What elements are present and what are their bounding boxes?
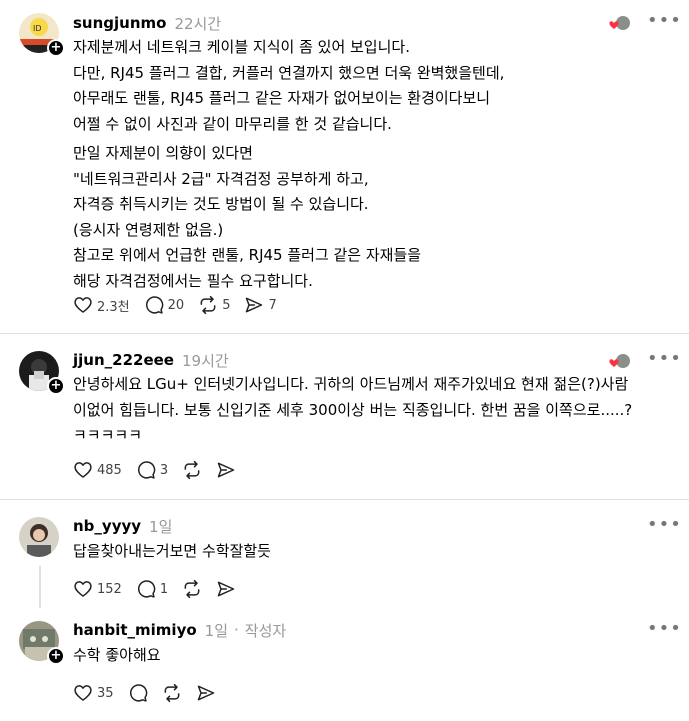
like-button[interactable]: 485 <box>73 460 122 480</box>
repost-icon <box>184 460 200 480</box>
reply-text: 안녕하세요 LGu+ 인터넷기사입니다. 귀하의 아드님께서 재주가있네요 현재… <box>73 375 633 445</box>
author-liked-icon <box>609 16 630 30</box>
share-icon <box>217 462 235 478</box>
follow-plus-icon[interactable]: + <box>47 647 65 665</box>
like-button[interactable]: 35 <box>73 683 114 703</box>
more-icon[interactable]: ••• <box>647 350 681 374</box>
reply-text: 자제분께서 네트워크 케이블 지식이 좀 있어 보입니다. 다만, RJ45 플… <box>73 38 505 133</box>
more-icon[interactable]: ••• <box>647 620 681 644</box>
avatar[interactable]: ID + <box>19 13 65 57</box>
like-count: 35 <box>97 685 114 701</box>
avatar[interactable]: + <box>19 351 65 395</box>
comment-button[interactable]: 3 <box>136 460 168 480</box>
heart-icon <box>74 581 92 597</box>
separator-dot: · <box>234 621 239 639</box>
share-button[interactable] <box>216 460 236 480</box>
share-icon <box>197 685 214 701</box>
repost-button[interactable]: 5 <box>198 295 230 315</box>
like-button[interactable]: 152 <box>73 579 122 599</box>
timestamp[interactable]: 1일 <box>205 620 228 641</box>
action-bar: 485 3 <box>73 458 250 482</box>
more-icon[interactable]: ••• <box>647 516 681 540</box>
like-count: 2.3천 <box>97 299 130 315</box>
repost-icon <box>184 579 200 599</box>
timestamp[interactable]: 22시간 <box>174 13 221 34</box>
comment-count: 1 <box>159 581 169 597</box>
action-bar: 2.3천 20 5 7 <box>73 293 291 317</box>
heart-icon <box>74 462 92 478</box>
author-badge: 작성자 <box>244 621 287 640</box>
like-count: 485 <box>97 462 122 478</box>
reply-text: 수학 좋아해요 <box>73 646 161 664</box>
thread-line <box>39 566 41 608</box>
author-liked-icon <box>609 354 630 368</box>
svg-text:ID: ID <box>33 24 42 33</box>
divider <box>0 499 689 500</box>
share-icon <box>217 581 235 597</box>
comment-icon <box>137 580 156 598</box>
comment-count: 20 <box>167 297 185 313</box>
action-bar: 35 <box>73 681 230 705</box>
post-header: hanbit_mimiyo 1일 · 작성자 <box>73 619 286 641</box>
repost-button[interactable] <box>182 579 202 599</box>
avatar[interactable] <box>19 517 59 557</box>
share-icon <box>246 297 263 313</box>
follow-plus-icon[interactable]: + <box>47 377 65 395</box>
username[interactable]: sungjunmo <box>73 14 166 32</box>
comment-count: 3 <box>159 462 169 478</box>
username[interactable]: nb_yyyy <box>73 517 141 535</box>
more-icon[interactable]: ••• <box>647 12 681 36</box>
comment-icon <box>145 296 163 314</box>
reply-text: 만일 자제분이 의향이 있다면 "네트워크관리사 2급" 자격검정 공부하게 하… <box>73 144 422 290</box>
username[interactable]: jjun_222eee <box>73 351 174 369</box>
post-header: sungjunmo 22시간 <box>73 12 221 34</box>
avatar[interactable]: + <box>19 621 65 665</box>
avatar-image <box>19 517 59 557</box>
share-button[interactable] <box>216 579 236 599</box>
repost-button[interactable] <box>182 460 202 480</box>
follow-plus-icon[interactable]: + <box>47 39 65 57</box>
divider <box>0 333 689 334</box>
share-button[interactable] <box>196 683 216 703</box>
repost-button[interactable] <box>162 683 182 703</box>
like-count: 152 <box>97 581 122 597</box>
heart-icon <box>74 297 92 313</box>
reply-text: 답을찾아내는거보면 수학잘할듯 <box>73 542 271 560</box>
action-bar: 152 1 <box>73 577 250 601</box>
heart-icon <box>74 685 92 701</box>
comment-icon <box>129 684 147 702</box>
timestamp[interactable]: 1일 <box>149 516 172 537</box>
comment-button[interactable]: 1 <box>136 579 168 599</box>
like-button[interactable]: 2.3천 <box>73 295 130 315</box>
comment-button[interactable]: 20 <box>144 295 185 315</box>
post-header: jjun_222eee 19시간 <box>73 349 229 371</box>
repost-icon <box>200 295 216 315</box>
username[interactable]: hanbit_mimiyo <box>73 621 197 639</box>
repost-count: 5 <box>222 297 231 313</box>
repost-icon <box>164 683 179 703</box>
timestamp[interactable]: 19시간 <box>182 350 229 371</box>
share-button[interactable]: 7 <box>244 295 277 315</box>
post-header: nb_yyyy 1일 <box>73 515 172 537</box>
comment-icon <box>137 461 156 479</box>
comment-button[interactable] <box>128 683 148 703</box>
share-count: 7 <box>268 297 277 313</box>
